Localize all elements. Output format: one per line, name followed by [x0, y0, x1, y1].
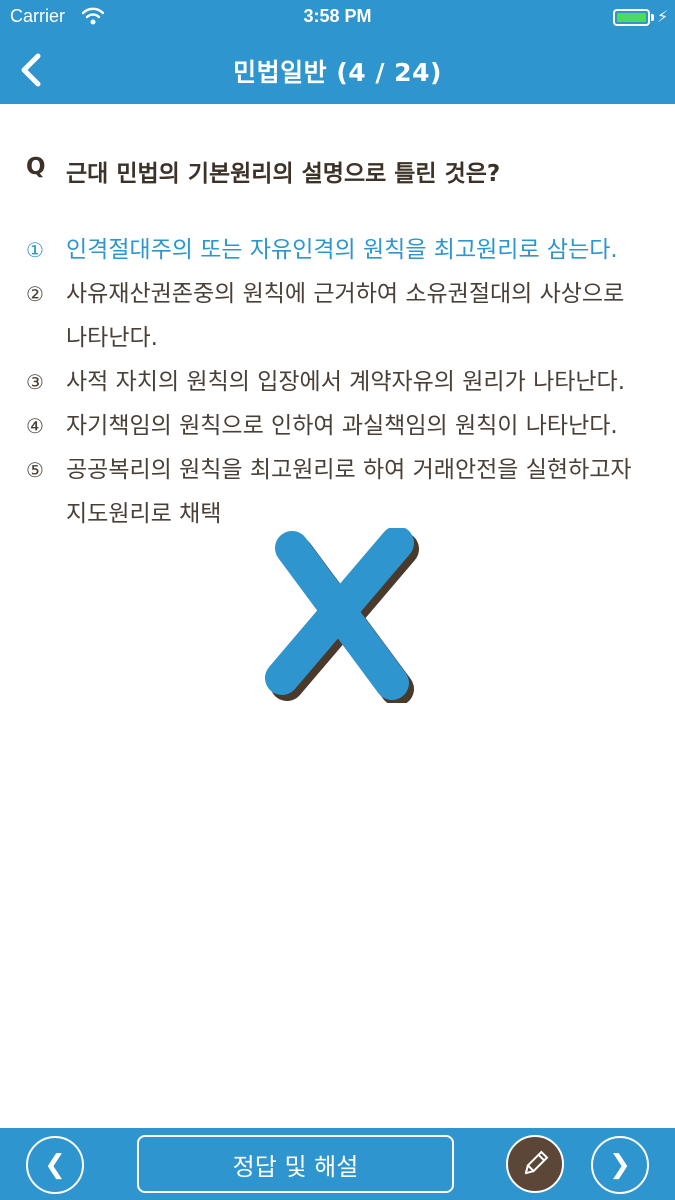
choice-number: ⑤	[26, 458, 44, 482]
next-button[interactable]: ❯	[591, 1136, 649, 1194]
memo-button[interactable]	[506, 1135, 564, 1193]
page-title: 민법일반 (4 / 24)	[233, 58, 442, 87]
answer-button[interactable]: 정답 및 해설	[137, 1135, 454, 1193]
pencil-icon	[524, 1150, 549, 1175]
choice-number: ④	[26, 414, 44, 438]
choice-text: 사유재산권존중의 원칙에 근거하여 소유권절대의 사상으로 나타난다.	[66, 281, 625, 351]
choice-2[interactable]: ② 사유재산권존중의 원칙에 근거하여 소유권절대의 사상으로 나타난다.	[26, 272, 651, 360]
choice-1[interactable]: ① 인격절대주의 또는 자유인격의 원칙을 최고원리로 삼는다.	[26, 228, 651, 272]
choice-text: 공공복리의 원칙을 최고원리로 하여 거래안전을 실현하고자 지도원리로 채택	[66, 457, 632, 527]
status-bar: Carrier 3:58 PM ⚡	[0, 0, 675, 36]
wrong-x-icon	[265, 528, 419, 703]
question-text: 근대 민법의 기본원리의 설명으로 틀린 것은?	[66, 161, 501, 187]
choice-number: ①	[26, 238, 44, 262]
choice-4[interactable]: ④ 자기책임의 원칙으로 인하여 과실책임의 원칙이 나타난다.	[26, 404, 651, 448]
question: Q 근대 민법의 기본원리의 설명으로 틀린 것은?	[26, 154, 646, 188]
clock: 3:58 PM	[303, 6, 372, 26]
choice-number: ③	[26, 370, 44, 394]
choice-text: 자기책임의 원칙으로 인하여 과실책임의 원칙이 나타난다.	[66, 413, 618, 439]
choice-3[interactable]: ③ 사적 자치의 원칙의 입장에서 계약자유의 원리가 나타난다.	[26, 360, 651, 404]
choice-text: 인격절대주의 또는 자유인격의 원칙을 최고원리로 삼는다.	[66, 237, 618, 263]
bottom-toolbar: ❮ 정답 및 해설 ❯	[0, 1128, 675, 1200]
top-bar: Carrier 3:58 PM ⚡ 민법일반 (4 / 24)	[0, 0, 675, 104]
battery-icon	[613, 9, 650, 26]
charging-icon: ⚡	[657, 7, 669, 26]
prev-button[interactable]: ❮	[26, 1136, 84, 1194]
choice-text: 사적 자치의 원칙의 입장에서 계약자유의 원리가 나타난다.	[66, 369, 626, 395]
question-label: Q	[26, 154, 46, 180]
choice-number: ②	[26, 282, 44, 306]
choice-list: ① 인격절대주의 또는 자유인격의 원칙을 최고원리로 삼는다. ② 사유재산권…	[26, 228, 651, 536]
battery-tip	[651, 14, 654, 21]
choice-5[interactable]: ⑤ 공공복리의 원칙을 최고원리로 하여 거래안전을 실현하고자 지도원리로 채…	[26, 448, 651, 536]
